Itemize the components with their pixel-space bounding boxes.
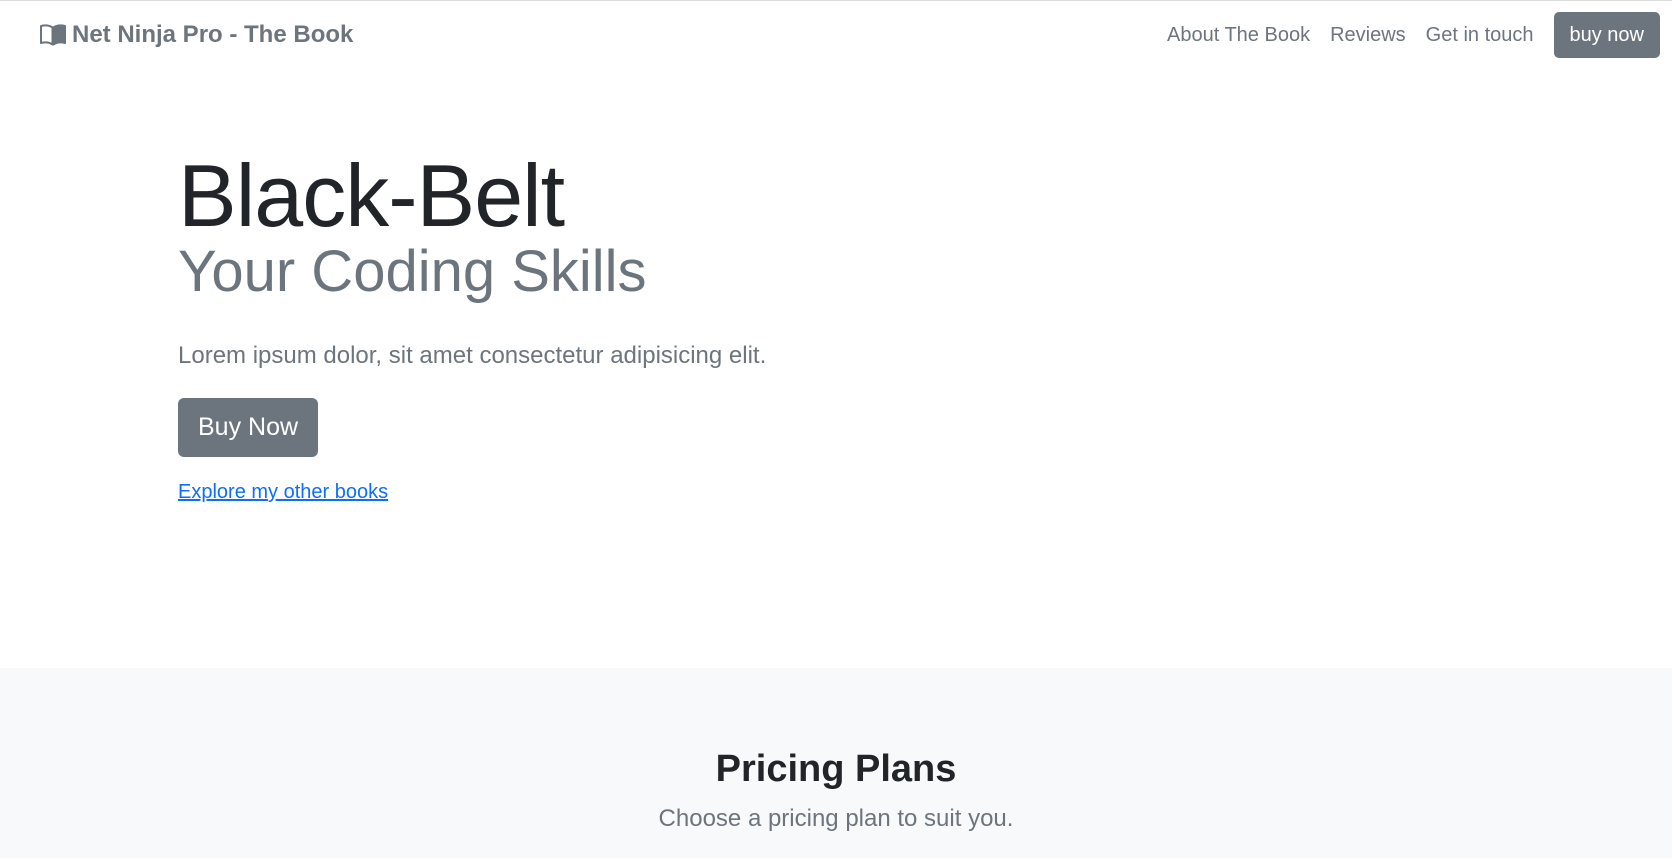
nav-link-reviews[interactable]: Reviews [1320, 12, 1416, 58]
explore-books-link[interactable]: Explore my other books [178, 481, 1178, 504]
nav-link-about[interactable]: About The Book [1157, 12, 1320, 58]
pricing-section: Pricing Plans Choose a pricing plan to s… [0, 668, 1672, 858]
hero-subtitle: Your Coding Skills [178, 239, 647, 305]
brand-link[interactable]: Net Ninja Pro - The Book [40, 21, 353, 49]
navbar: Net Ninja Pro - The Book About The Book … [0, 1, 1672, 71]
brand-text: Net Ninja Pro - The Book [72, 21, 354, 48]
nav-link-contact[interactable]: Get in touch [1416, 12, 1544, 58]
nav-links: About The Book Reviews Get in touch buy … [1157, 12, 1660, 58]
hero-buy-now-button[interactable]: Buy Now [178, 398, 319, 458]
hero-section: Black-Belt Your Coding Skills Lorem ipsu… [178, 146, 1178, 504]
nav-buy-now-button[interactable]: buy now [1553, 12, 1660, 58]
pricing-subtitle: Choose a pricing plan to suit you. [658, 805, 1014, 832]
open-book-icon [40, 24, 66, 46]
hero-title: Black-Belt [178, 146, 565, 245]
pricing-title: Pricing Plans [715, 748, 957, 790]
hero-lead-text: Lorem ipsum dolor, sit amet consectetur … [178, 342, 767, 370]
